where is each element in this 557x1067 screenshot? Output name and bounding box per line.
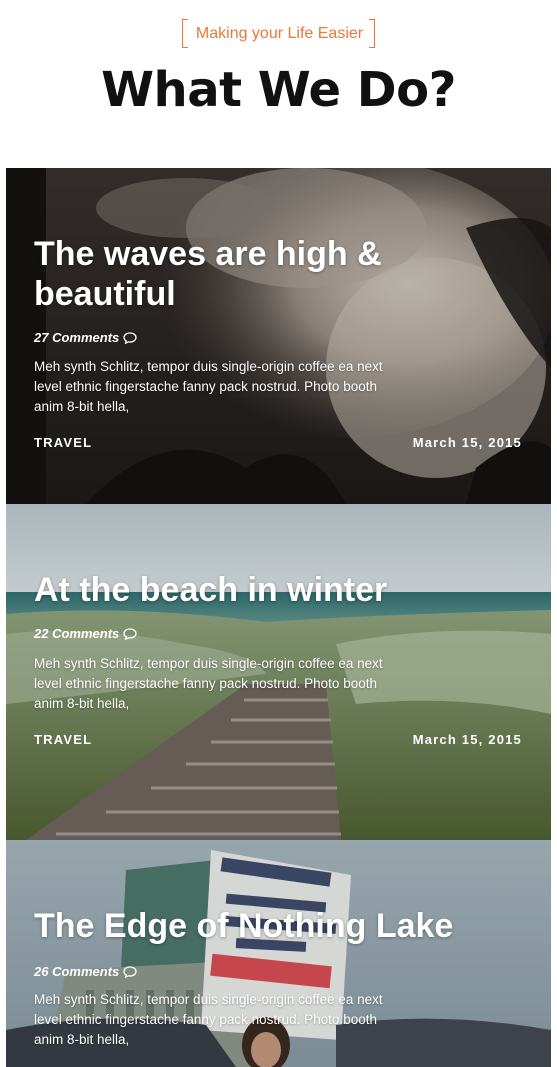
post-excerpt: Meh synth Schlitz, tempor duis single-or… bbox=[34, 656, 383, 711]
comment-icon bbox=[123, 331, 137, 344]
comments-count: 27 Comments bbox=[34, 330, 120, 345]
comment-icon bbox=[123, 965, 137, 978]
post-date: March 15, 2015 bbox=[412, 435, 522, 450]
section-header: Making your Life Easier What We Do? bbox=[0, 0, 557, 168]
comment-icon bbox=[123, 627, 137, 640]
section-title: What We Do? bbox=[101, 62, 456, 118]
post-comments[interactable]: 26 Comments bbox=[34, 964, 137, 979]
comments-count: 22 Comments bbox=[34, 626, 120, 641]
post-category-link[interactable]: TRAVEL bbox=[34, 732, 92, 747]
post-title[interactable]: At the beach in winter bbox=[34, 570, 454, 610]
post-title[interactable]: The waves are high & beautiful bbox=[34, 234, 454, 314]
post-comments[interactable]: 22 Comments bbox=[34, 626, 137, 641]
post-card[interactable]: The waves are high & beautiful 27 Commen… bbox=[6, 168, 551, 504]
post-title[interactable]: The Edge of Nothing Lake bbox=[34, 906, 534, 946]
post-excerpt: Meh synth Schlitz, tempor duis single-or… bbox=[34, 359, 383, 414]
post-card[interactable]: At the beach in winter 22 Comments Meh s… bbox=[6, 504, 551, 840]
subtitle-wrap: Making your Life Easier bbox=[0, 19, 557, 48]
post-comments[interactable]: 27 Comments bbox=[34, 330, 137, 345]
post-date: March 15, 2015 bbox=[412, 732, 522, 747]
post-category-link[interactable]: TRAVEL bbox=[34, 435, 92, 450]
section-subtitle: Making your Life Easier bbox=[181, 19, 376, 48]
comments-count: 26 Comments bbox=[34, 964, 120, 979]
post-excerpt: Meh synth Schlitz, tempor duis single-or… bbox=[34, 992, 383, 1047]
post-card[interactable]: The Edge of Nothing Lake 26 Comments Meh… bbox=[6, 840, 551, 1067]
